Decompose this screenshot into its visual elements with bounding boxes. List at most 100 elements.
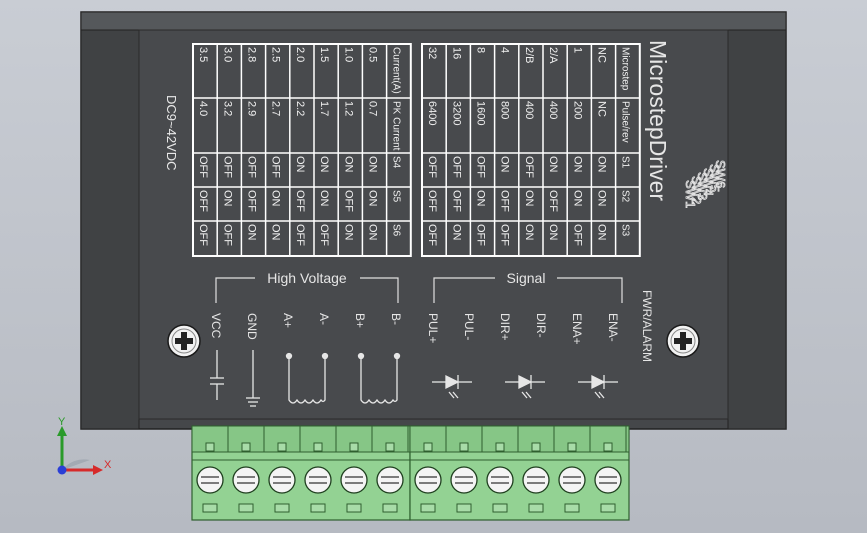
current-table-cell: 2.8: [246, 47, 258, 62]
microstep-table-cell: 6400: [426, 101, 438, 125]
signal-label: Signal: [507, 270, 546, 286]
current-table-header-cell: S6: [391, 224, 402, 237]
terminal-screw-icon[interactable]: [268, 466, 296, 494]
current-table-cell: 2.7: [270, 101, 282, 116]
current-table-cell: ON: [270, 190, 282, 207]
terminal-label: DIR+: [498, 313, 512, 341]
microstep-table-header-cell: S3: [620, 224, 631, 237]
microstep-table-cell: ON: [596, 190, 608, 207]
wire-entry: [274, 503, 290, 513]
current-table-cell: OFF: [197, 224, 209, 246]
current-table-cell: ON: [342, 224, 354, 241]
microstep-table-cell: 800: [499, 101, 511, 119]
microstep-table-cell: 16: [450, 47, 462, 59]
terminal-label: A+: [281, 313, 295, 328]
current-table-cell: OFF: [318, 224, 330, 246]
wire-entry: [600, 503, 616, 513]
microstep-table-cell: OFF: [523, 156, 535, 178]
right-mount-screw-icon[interactable]: [666, 324, 700, 358]
terminal-screw-icon[interactable]: [450, 466, 478, 494]
terminal-screw-icon[interactable]: [340, 466, 368, 494]
microstep-table-cell: ON: [523, 224, 535, 241]
terminal-screw-icon[interactable]: [414, 466, 442, 494]
current-table-cell: 2.2: [294, 101, 306, 116]
connector-tab: [423, 442, 433, 452]
product-title: MicrostepDriver: [645, 40, 671, 201]
power-alarm-label: FWR/ALARM: [640, 290, 654, 362]
terminal-screw-icon[interactable]: [304, 466, 332, 494]
microstep-table-cell: OFF: [475, 156, 487, 178]
current-table-cell: ON: [221, 190, 233, 207]
wire-entry: [310, 503, 326, 513]
supply-voltage-label: DC9~42VDC: [164, 95, 179, 171]
terminal-screw-icon[interactable]: [594, 466, 622, 494]
connector-plug-top: [191, 425, 411, 453]
right-channel: [727, 29, 787, 430]
connector-tab: [349, 442, 359, 452]
terminal-label: ENA+: [570, 313, 584, 345]
wire-entry: [382, 503, 398, 513]
connector-tab: [567, 442, 577, 452]
terminal-screw-icon[interactable]: [558, 466, 586, 494]
terminal-label: B+: [353, 313, 367, 328]
microstep-table-cell: 2/A: [547, 47, 559, 64]
microstep-table-cell: ON: [523, 190, 535, 207]
current-table-cell: OFF: [197, 190, 209, 212]
current-table-cell: 3.5: [197, 47, 209, 62]
terminal-screw-icon[interactable]: [522, 466, 550, 494]
wire-entry: [420, 503, 436, 513]
microstep-table-cell: ON: [475, 190, 487, 207]
microstep-table-cell: ON: [547, 224, 559, 241]
microstep-table-cell: OFF: [499, 224, 511, 246]
terminal-label: DIR-: [534, 313, 548, 338]
microstep-table-cell: ON: [596, 224, 608, 241]
connector-tab: [603, 442, 613, 452]
microstep-table-cell: OFF: [547, 190, 559, 212]
terminal-connector-blocks: [191, 425, 630, 521]
left-mount-screw-icon[interactable]: [167, 324, 201, 358]
microstep-table-cell: NC: [596, 101, 608, 117]
current-table-cell: 1.0: [342, 47, 354, 62]
current-table-cell: OFF: [221, 156, 233, 178]
terminal-screw-icon[interactable]: [232, 466, 260, 494]
microstep-table-cell: NC: [596, 47, 608, 63]
current-table-cell: ON: [367, 190, 379, 207]
current-table-cell: 3.0: [221, 47, 233, 62]
terminal-screw-icon[interactable]: [196, 466, 224, 494]
terminal-screw-icon[interactable]: [486, 466, 514, 494]
current-table-cell: 1.7: [318, 101, 330, 116]
current-table-cell: OFF: [342, 190, 354, 212]
current-table-cell: OFF: [270, 156, 282, 178]
microstep-table-cell: OFF: [426, 156, 438, 178]
terminal-label: GND: [245, 313, 259, 340]
microstep-table-cell: OFF: [450, 156, 462, 178]
microstep-table-cell: 400: [523, 101, 535, 119]
current-table-cell: ON: [342, 156, 354, 173]
current-table-cell: OFF: [246, 156, 258, 178]
wire-entry: [492, 503, 508, 513]
connector-tab: [495, 442, 505, 452]
high-voltage-label: High Voltage: [267, 270, 347, 286]
terminal-label: A-: [317, 313, 331, 325]
microstep-table-header-cell: S1: [620, 156, 631, 169]
microstep-table-cell: 1600: [475, 101, 487, 125]
microstep-table-cell: ON: [547, 156, 559, 173]
terminal-label: ENA-: [606, 313, 620, 342]
connector-tab: [459, 442, 469, 452]
terminal-label: PUL-: [462, 313, 476, 340]
microstep-table-cell: 1: [571, 47, 583, 53]
connector-tab: [205, 442, 215, 452]
microstep-table-cell: ON: [596, 156, 608, 173]
current-table-cell: ON: [367, 224, 379, 241]
microstep-table-cell: ON: [571, 190, 583, 207]
current-table-cell: ON: [367, 156, 379, 173]
microstep-table-cell: 32: [426, 47, 438, 59]
current-table-cell: 2.5: [270, 47, 282, 62]
connector-tab: [241, 442, 251, 452]
current-table-cell: OFF: [221, 224, 233, 246]
connector-tab: [277, 442, 287, 452]
current-table-cell: ON: [270, 224, 282, 241]
axis-y-label: Y: [58, 416, 66, 428]
terminal-screw-icon[interactable]: [376, 466, 404, 494]
connector-tab: [531, 442, 541, 452]
